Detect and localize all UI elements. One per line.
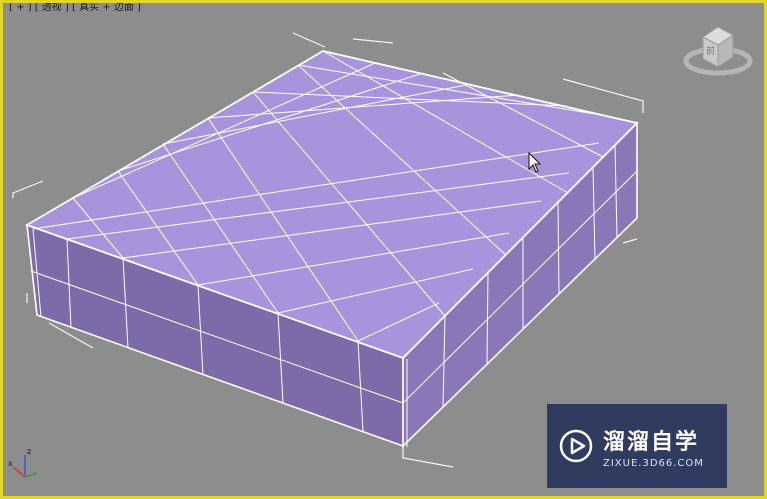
axis-z-label: z [27,447,31,456]
watermark-subtitle: ZIXUE.3D66.COM [603,457,704,469]
play-logo-icon [559,429,593,463]
axis-x-label: x [8,459,13,468]
perspective-viewport[interactable]: [ + ] [ 透视 ] [ 真实 + 边面 ] 前 z x 溜溜自学 ZIXU… [0,0,767,499]
watermark-banner: 溜溜自学 ZIXUE.3D66.COM [547,404,727,488]
axis-tripod: z x [7,443,47,487]
viewcube-face-label: 前 [706,45,715,57]
viewcube[interactable]: 前 [683,21,753,81]
watermark-text: 溜溜自学 ZIXUE.3D66.COM [603,424,704,469]
axis-tripod-icon: z x [8,447,38,478]
viewcube-icon[interactable]: 前 [683,21,753,81]
watermark-title: 溜溜自学 [603,429,700,455]
